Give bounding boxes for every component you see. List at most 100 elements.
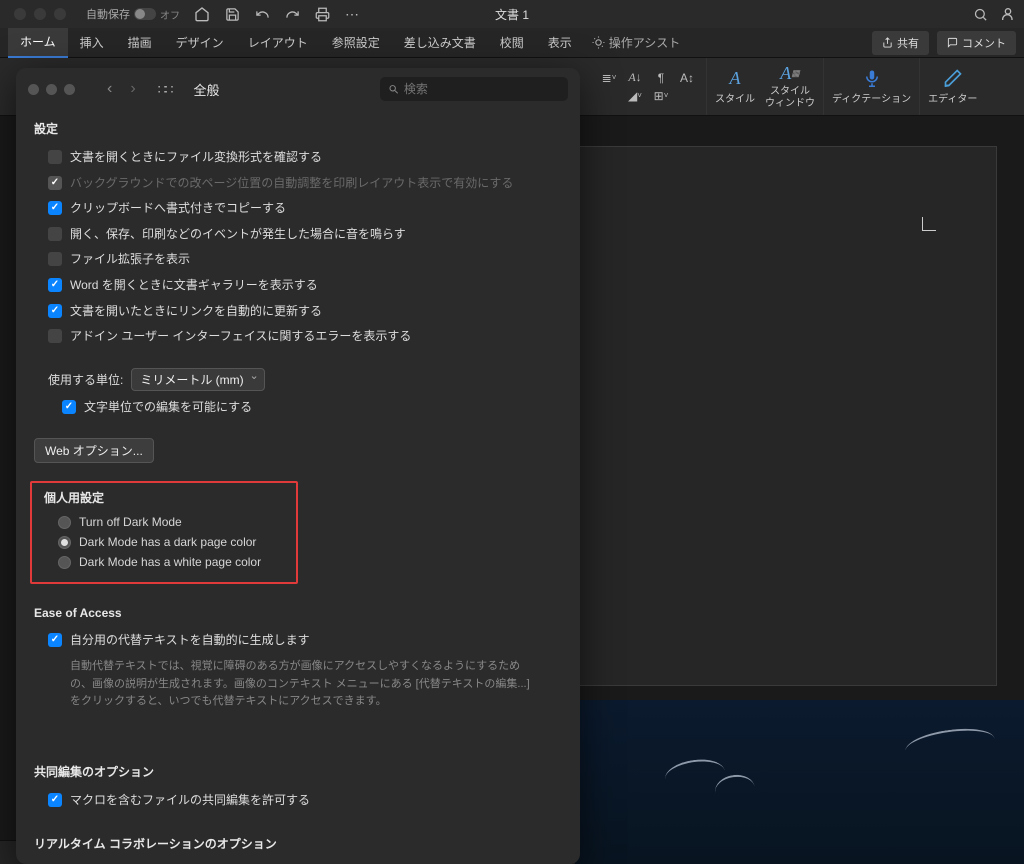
window-zoom-button[interactable] [54,8,66,20]
label-bg-repaginate: バックグラウンドでの改ページ位置の自動調整を印刷レイアウト表示で有効にする [70,173,513,195]
margin-corner-mark [922,217,936,231]
borders-icon[interactable]: ⊞˅ [650,87,672,105]
print-icon[interactable] [314,6,330,22]
prefs-back-button[interactable]: ‹ [107,80,112,98]
checkbox-sound-events[interactable] [48,227,62,241]
sort-icon[interactable]: A↓ [624,69,646,87]
preferences-panel: ‹ › ∷∷ 全般 設定 文書を開くときにファイル変換形式を確認する バックグラ… [16,68,580,864]
autosave-label: 自動保存 [86,6,130,22]
mac-traffic-lights [8,8,66,20]
autosave-toggle-group[interactable]: 自動保存 オフ [86,6,180,22]
autosave-state: オフ [160,7,180,22]
dictation-button[interactable]: ディクテーション [832,68,911,105]
dictation-label: ディクテーション [832,90,911,105]
label-show-ext: ファイル拡張子を表示 [70,249,190,271]
prefs-title: 全般 [193,80,219,99]
prefs-show-all-button[interactable]: ∷∷ [158,81,172,98]
document-title: 文書 1 [495,6,529,23]
prefs-close-button[interactable] [28,84,39,95]
checkbox-update-links[interactable] [48,304,62,318]
section-realtime-title: リアルタイム コラボレーションのオプション [34,835,562,852]
prefs-zoom-button[interactable] [64,84,75,95]
desktop-wallpaper [575,700,1024,864]
prefs-minimize-button[interactable] [46,84,57,95]
tell-me-label: 操作アシスト [609,34,681,51]
checkbox-macro-coauth[interactable] [48,793,62,807]
editor-label: エディター [928,90,977,105]
units-select[interactable]: ミリメートル (mm) [131,368,264,391]
label-sound-events: 開く、保存、印刷などのイベントが発生した場合に音を鳴らす [70,224,406,246]
checkbox-clipboard-fmt[interactable] [48,201,62,215]
text-direction-icon[interactable]: A↕ [676,69,698,87]
label-confirm-convert: 文書を開くときにファイル変換形式を確認する [70,147,322,169]
checkbox-alt-text-auto[interactable] [48,633,62,647]
tell-me-search[interactable]: 操作アシスト [584,34,689,51]
window-minimize-button[interactable] [34,8,46,20]
style-window-button[interactable]: A▦ スタイル ウィンドウ [765,64,815,110]
tab-layout[interactable]: レイアウト [236,28,320,57]
tab-mailings[interactable]: 差し込み文書 [392,28,488,57]
tab-review[interactable]: 校閲 [488,28,536,57]
section-settings-title: 設定 [34,120,562,137]
label-dark-mode-dark-page: Dark Mode has a dark page color [79,535,256,549]
tab-home[interactable]: ホーム [8,27,68,58]
editor-button[interactable]: エディター [928,68,977,105]
tab-view[interactable]: 表示 [536,28,584,57]
checkbox-show-ext[interactable] [48,252,62,266]
units-label: 使用する単位: [48,371,123,388]
prefs-forward-button[interactable]: › [130,80,135,98]
checkbox-bg-repaginate [48,176,62,190]
label-dark-mode-white-page: Dark Mode has a white page color [79,555,261,569]
alt-text-help: 自動代替テキストでは、視覚に障碍のある方が画像にアクセスしやすくなるようにするた… [70,658,562,711]
tab-references[interactable]: 参照設定 [320,28,392,57]
style-window-label: スタイル ウィンドウ [765,86,815,110]
radio-dark-mode-off[interactable] [58,516,71,529]
label-char-units: 文字単位での編集を可能にする [84,397,252,419]
ribbon-dictation-group: ディクテーション [824,58,920,115]
tab-design[interactable]: デザイン [164,28,236,57]
section-personal-title: 個人用設定 [44,489,288,506]
label-clipboard-fmt: クリップボードへ書式付きでコピーする [70,198,286,220]
autosave-toggle[interactable] [134,8,156,20]
prefs-body[interactable]: 設定 文書を開くときにファイル変換形式を確認する バックグラウンドでの改ページ位… [16,110,580,864]
prefs-traffic-lights [28,84,75,95]
comments-button[interactable]: コメント [937,31,1016,55]
ribbon-paragraph-group: ≣˅ A↓ ¶ A↕ ◢˅ ⊞˅ [590,58,707,115]
radio-dark-mode-dark-page[interactable] [58,536,71,549]
undo-icon[interactable] [254,6,270,22]
search-icon[interactable] [972,6,988,22]
more-icon[interactable]: ⋯ [344,6,360,22]
section-ease-title: Ease of Access [34,606,562,620]
checkbox-char-units[interactable] [62,400,76,414]
label-macro-coauth: マクロを含むファイルの共同編集を許可する [70,790,310,812]
redo-icon[interactable] [284,6,300,22]
comments-label: コメント [962,35,1006,51]
ribbon-editor-group: エディター [920,58,985,115]
line-spacing-icon[interactable]: ≣˅ [598,69,620,87]
label-addin-errors: アドイン ユーザー インターフェイスに関するエラーを表示する [70,326,411,348]
window-close-button[interactable] [14,8,26,20]
checkbox-gallery-on-open[interactable] [48,278,62,292]
radio-dark-mode-white-page[interactable] [58,556,71,569]
highlight-personal-settings: 個人用設定 Turn off Dark Mode Dark Mode has a… [30,481,298,584]
prefs-nav-buttons: ‹ › [107,80,136,98]
app-titlebar: 自動保存 オフ ⋯ 文書 1 [0,0,1024,28]
checkbox-confirm-convert[interactable] [48,150,62,164]
checkbox-addin-errors[interactable] [48,329,62,343]
shading-icon[interactable]: ◢˅ [624,87,646,105]
prefs-search-box[interactable] [380,77,568,101]
web-options-label: Web オプション... [45,444,143,458]
save-icon[interactable] [224,6,240,22]
styles-button[interactable]: A スタイル [715,68,755,105]
ribbon-styles-group: A スタイル A▦ スタイル ウィンドウ [707,58,824,115]
prefs-search-input[interactable] [404,82,560,96]
tab-insert[interactable]: 挿入 [68,28,116,57]
share-button[interactable]: 共有 [872,31,929,55]
account-icon[interactable] [1000,6,1016,22]
home-icon[interactable] [194,6,210,22]
show-marks-icon[interactable]: ¶ [650,69,672,87]
label-alt-text-auto: 自分用の代替テキストを自動的に生成します [70,630,310,652]
ribbon-tabs: ホーム 挿入 描画 デザイン レイアウト 参照設定 差し込み文書 校閲 表示 操… [0,28,1024,58]
tab-draw[interactable]: 描画 [116,28,164,57]
web-options-button[interactable]: Web オプション... [34,438,154,463]
